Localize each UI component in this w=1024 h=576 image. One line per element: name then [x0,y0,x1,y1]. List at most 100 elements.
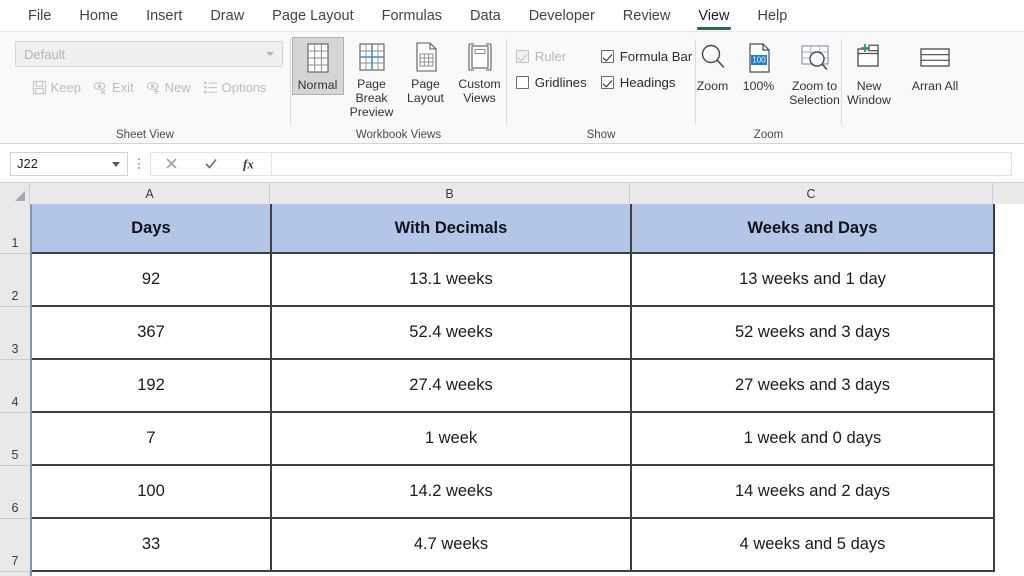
cancel-x-icon[interactable] [151,153,191,175]
table-header-cell[interactable]: Days [32,204,272,254]
table-cell[interactable]: 100 [32,466,272,519]
workbook-view-normal-button[interactable]: Normal [291,37,344,95]
table-cell[interactable]: 52.4 weeks [272,307,632,360]
table-cell[interactable]: 13.1 weeks [272,254,632,307]
select-all-corner[interactable] [0,183,30,204]
checkbox-box[interactable] [515,76,529,89]
empty-cell[interactable] [995,254,1024,307]
checkbox-box[interactable] [600,76,614,89]
table-cell[interactable]: 4 weeks and 5 days [632,519,995,572]
row-header-5[interactable]: 5 [0,413,30,466]
column-header-c[interactable]: C [630,183,993,204]
group-title-show: Show [586,129,616,141]
window-new-window-button[interactable]: New Window [836,37,902,107]
sheet-view-exit-button[interactable]: Exit [88,78,139,97]
tab-page-layout[interactable]: Page Layout [258,0,367,32]
checkbox-box[interactable] [515,50,529,63]
column-headers: A B C [0,183,1024,204]
window-arran-all-button[interactable]: Arran All [902,37,968,93]
table-cell[interactable]: 192 [32,360,272,413]
tab-formulas[interactable]: Formulas [368,0,456,32]
row-header-1[interactable]: 1 [0,204,30,254]
zoom-button-label: 100% [742,79,775,93]
table-cell-text: 14 weeks and 2 days [734,482,891,500]
tab-label: Review [622,7,671,24]
tab-help[interactable]: Help [744,0,802,32]
fx-icon[interactable]: fx [231,153,271,175]
sheet-view-button-label: Options [221,80,267,95]
table-cell[interactable]: 1 week and 0 days [632,413,995,466]
empty-cell[interactable] [995,466,1024,519]
checkbox-gridlines[interactable]: Gridlines [515,75,587,90]
row-header-label: 6 [11,501,19,515]
name-box[interactable]: J22 [10,151,128,176]
column-header-b[interactable]: B [270,183,630,204]
tab-review[interactable]: Review [609,0,685,32]
table-cell[interactable]: 27.4 weeks [272,360,632,413]
tab-view[interactable]: View [684,0,743,32]
tab-label: Formulas [381,7,443,24]
tab-file[interactable]: File [14,0,65,32]
empty-cell[interactable] [995,413,1024,466]
tab-draw[interactable]: Draw [196,0,258,32]
sheet-view-button-label: New [164,80,191,95]
empty-cell[interactable] [995,519,1024,572]
sheet-view-new-button[interactable]: New [141,78,196,97]
workbook-view-page-layout-button[interactable]: Page Layout [400,37,452,107]
table-cell[interactable]: 13 weeks and 1 day [632,254,995,307]
checkbox-formula-bar[interactable]: Formula Bar [600,49,692,64]
table-cell-text: 4.7 weeks [413,535,489,553]
table-header-cell[interactable]: With Decimals [272,204,632,254]
column-header-d[interactable] [993,183,1024,204]
zoom-100-button[interactable]: 100 100% [736,37,782,93]
row-header-label: 4 [11,395,19,409]
excel-window: File Home Insert Draw Page Layout Formulas Dat… [0,0,1024,576]
formula-bar-handle[interactable] [132,152,146,176]
tab-insert[interactable]: Insert [132,0,196,32]
checkbox-headings[interactable]: Headings [600,75,693,90]
tab-developer[interactable]: Developer [515,0,609,32]
table-cell[interactable]: 1 week [272,413,632,466]
formula-input[interactable] [271,151,1012,176]
empty-cell[interactable] [995,360,1024,413]
checkbox-ruler[interactable]: Ruler [515,49,587,64]
empty-cell[interactable] [995,204,1024,254]
row-header-4[interactable]: 4 [0,360,30,413]
empty-cell[interactable] [995,307,1024,360]
row-header-3[interactable]: 3 [0,307,30,360]
row-header-6[interactable]: 6 [0,466,30,519]
tab-label: View [698,7,730,24]
table-cell-text: 367 [137,323,165,341]
table-cell[interactable]: 367 [32,307,272,360]
row-header-7[interactable]: 7 [0,519,30,572]
table-cell[interactable]: 33 [32,519,272,572]
checkbox-box[interactable] [600,50,614,63]
column-header-a[interactable]: A [30,183,270,204]
enter-check-icon[interactable] [191,153,231,175]
table-cell[interactable]: 27 weeks and 3 days [632,360,995,413]
workbook-view-label: Normal [297,78,338,92]
table-row: 7 1 week 1 week and 0 days [32,413,1024,466]
tab-data[interactable]: Data [456,0,515,32]
sheet-view-combo[interactable]: Default [15,41,283,67]
tab-label: Data [470,7,501,24]
eye-new-icon [146,80,161,95]
row-header-2[interactable]: 2 [0,254,30,307]
table-cell[interactable]: 92 [32,254,272,307]
sheet-view-button-label: Keep [50,80,81,95]
table-cell[interactable]: 14.2 weeks [272,466,632,519]
table-header-cell[interactable]: Weeks and Days [632,204,995,254]
table-cell[interactable]: 14 weeks and 2 days [632,466,995,519]
table-row: 92 13.1 weeks 13 weeks and 1 day [32,254,1024,307]
sheet-view-options-button[interactable]: Options [198,78,272,97]
tab-home[interactable]: Home [65,0,132,32]
new-window-icon [852,41,886,75]
zoom-zoom-button[interactable]: Zoom [690,37,736,93]
sheet-view-keep-button[interactable]: Keep [27,78,86,97]
tab-label: Draw [210,7,245,24]
workbook-view-page-break-preview-button[interactable]: Page Break Preview [346,37,398,121]
workbook-view-custom-views-button[interactable]: Custom Views [454,37,506,107]
table-cell[interactable]: 7 [32,413,272,466]
table-cell[interactable]: 4.7 weeks [272,519,632,572]
table-cell[interactable]: 52 weeks and 3 days [632,307,995,360]
